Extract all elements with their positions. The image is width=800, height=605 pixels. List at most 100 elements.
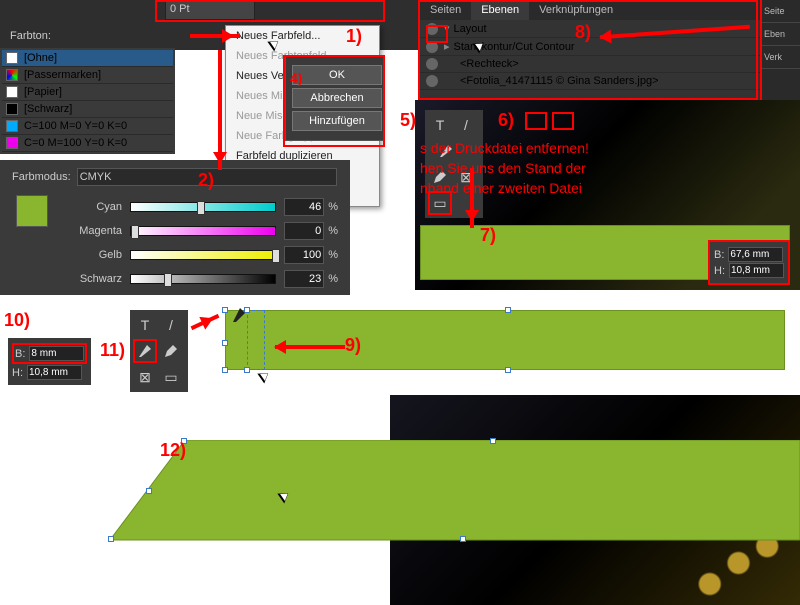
color-mode-label: Farbmodus: xyxy=(12,171,71,183)
yellow-value[interactable] xyxy=(284,246,324,264)
line-tool-icon[interactable]: / xyxy=(159,313,183,337)
magenta-slider[interactable] xyxy=(130,226,276,236)
type-tool-icon[interactable]: T xyxy=(428,113,452,137)
side-tab[interactable]: Seite xyxy=(762,0,800,23)
cyan-value[interactable] xyxy=(284,198,324,216)
step-6-label: 6) xyxy=(498,110,514,131)
swatch-color xyxy=(6,120,18,132)
step-2-label: 2) xyxy=(198,170,214,191)
arrow-icon xyxy=(190,34,240,38)
swatch-name: [Schwarz] xyxy=(24,103,72,115)
slider-knob[interactable] xyxy=(197,201,205,215)
black-slider[interactable] xyxy=(130,274,276,284)
slider-knob[interactable] xyxy=(272,249,280,263)
step-8-label: 8) xyxy=(575,22,591,43)
swatch-name: [Ohne] xyxy=(24,52,57,64)
swatch-color xyxy=(6,86,18,98)
frame-tool-icon[interactable]: ⊠ xyxy=(133,365,157,389)
swatches-panel: [Ohne] [Passermarken] [Papier] [Schwarz]… xyxy=(0,48,175,154)
selection-handle[interactable] xyxy=(505,307,511,313)
annotation-box xyxy=(552,112,574,130)
overlay-text: s der Druckdatei entfernen! xyxy=(420,140,589,156)
annotation-box xyxy=(426,25,448,43)
selection-handle[interactable] xyxy=(505,367,511,373)
magenta-label: Magenta xyxy=(62,225,122,237)
height-label: H: xyxy=(714,265,725,277)
step-5-label: 5) xyxy=(400,110,416,131)
width-field[interactable] xyxy=(728,247,783,262)
selection-handle[interactable] xyxy=(146,488,152,494)
transform-readout-2: B: H: xyxy=(8,338,91,385)
step-7-label: 7) xyxy=(480,225,496,246)
arrow-icon xyxy=(275,345,345,349)
swatch-color xyxy=(6,103,18,115)
side-tab[interactable]: Eben xyxy=(762,23,800,46)
overlay-text: nhand einer zweiten Datei xyxy=(420,180,582,196)
arrow-icon xyxy=(470,168,474,228)
line-tool-icon[interactable]: / xyxy=(454,113,478,137)
percent-label: % xyxy=(328,201,338,213)
pen-tool-icon[interactable] xyxy=(133,339,157,363)
step-12-label: 12) xyxy=(160,440,186,461)
swatch-row[interactable]: C=100 M=0 Y=0 K=0 xyxy=(2,118,173,135)
pen-cursor-icon xyxy=(230,305,250,325)
height-label: H: xyxy=(12,367,23,379)
swatch-row[interactable]: [Schwarz] xyxy=(2,101,173,118)
swatch-row[interactable]: [Passermarken] xyxy=(2,67,173,84)
width-field[interactable] xyxy=(29,346,84,361)
width-label: B: xyxy=(714,249,724,261)
swatch-row[interactable]: C=0 M=100 Y=0 K=0 xyxy=(2,135,173,152)
selection-handle[interactable] xyxy=(222,340,228,346)
green-rectangle-2[interactable] xyxy=(225,310,785,370)
percent-label: % xyxy=(328,249,338,261)
side-tab[interactable]: Verk xyxy=(762,46,800,69)
toolbox-mini: T / ⊠ ▭ xyxy=(130,310,188,392)
swatch-row[interactable]: [Papier] xyxy=(2,84,173,101)
percent-label: % xyxy=(328,225,338,237)
tint-label: Farbton: xyxy=(10,30,51,42)
swatch-name: [Passermarken] xyxy=(24,69,101,81)
arrow-icon xyxy=(218,50,222,170)
swatch-color xyxy=(6,137,18,149)
width-label: B: xyxy=(15,348,25,360)
annotation-box xyxy=(525,112,547,130)
slider-knob[interactable] xyxy=(164,273,172,287)
cyan-label: Cyan xyxy=(62,201,122,213)
magenta-value[interactable] xyxy=(284,222,324,240)
rectangle-tool-icon[interactable]: ▭ xyxy=(159,365,183,389)
step-11-label: 11) xyxy=(100,340,125,361)
height-field[interactable] xyxy=(729,263,784,278)
overlay-text: hen Sie uns den Stand der xyxy=(420,160,586,176)
step-9-label: 9) xyxy=(345,335,361,356)
color-mode-panel: Farbmodus: CMYK Cyan % Magenta % Gelb % … xyxy=(0,160,350,302)
yellow-label: Gelb xyxy=(62,249,122,261)
selection-handle[interactable] xyxy=(244,367,250,373)
swatch-color xyxy=(6,52,18,64)
transform-readout: B: H: xyxy=(708,240,790,285)
slider-knob[interactable] xyxy=(131,225,139,239)
black-value[interactable] xyxy=(284,270,324,288)
selection-handle[interactable] xyxy=(222,307,228,313)
green-parallelogram[interactable] xyxy=(110,440,800,560)
step-1-label: 1) xyxy=(346,26,362,47)
type-tool-icon[interactable]: T xyxy=(133,313,157,337)
black-label: Schwarz xyxy=(62,273,122,285)
swatch-name: C=0 M=100 Y=0 K=0 xyxy=(24,137,127,149)
step-4-label: 4) xyxy=(290,70,302,86)
height-field[interactable] xyxy=(27,365,82,380)
yellow-slider[interactable] xyxy=(130,250,276,260)
step-10-label: 10) xyxy=(4,310,30,331)
swatch-name: C=100 M=0 Y=0 K=0 xyxy=(24,120,127,132)
collapsed-panel-tabs: Seite Eben Verk xyxy=(760,0,800,100)
selection-handle[interactable] xyxy=(490,438,496,444)
swatch-row[interactable]: [Ohne] xyxy=(2,50,173,67)
annotation-box xyxy=(283,55,385,147)
pencil-tool-icon[interactable] xyxy=(159,339,183,363)
percent-label: % xyxy=(328,273,338,285)
selection-handle[interactable] xyxy=(108,536,114,542)
annotation-box-1 xyxy=(155,0,385,22)
annotation-box xyxy=(418,0,758,100)
cyan-slider[interactable] xyxy=(130,202,276,212)
selection-handle[interactable] xyxy=(460,536,466,542)
selection-handle[interactable] xyxy=(222,367,228,373)
